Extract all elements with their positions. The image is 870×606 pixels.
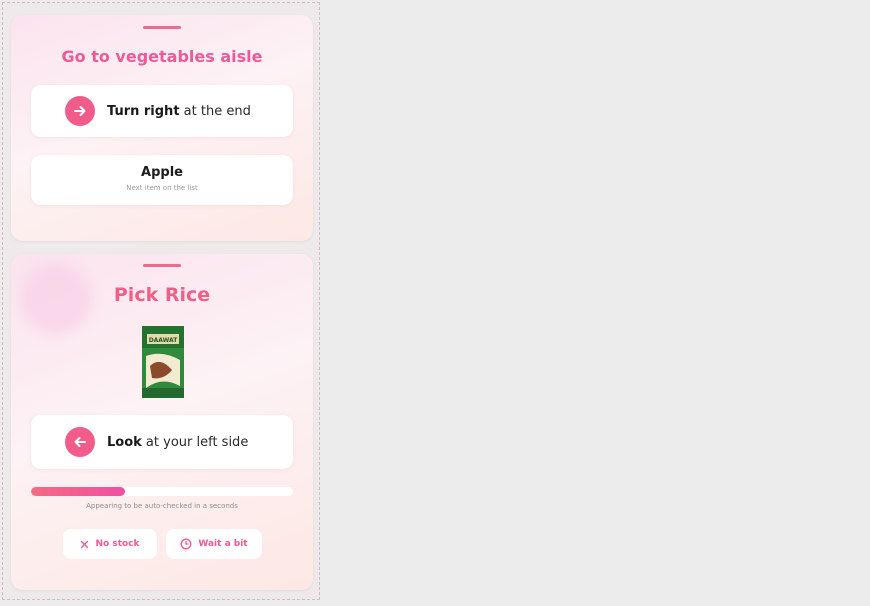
pick-item-title: Pick Rice — [113, 284, 211, 306]
next-item-card[interactable]: Apple Next item on the list — [31, 155, 293, 205]
arrow-right-icon — [65, 96, 95, 126]
navigation-title: Go to vegetables aisle — [61, 47, 263, 66]
navigation-card: Go to vegetables aisle Turn right at the… — [11, 15, 313, 241]
close-icon — [80, 540, 89, 549]
next-item-name: Apple — [141, 165, 183, 180]
drag-handle[interactable] — [143, 26, 181, 29]
clock-icon — [180, 538, 192, 550]
next-item-subtitle: Next item on the list — [126, 184, 198, 192]
no-stock-label: No stock — [95, 539, 140, 549]
wait-button[interactable]: Wait a bit — [166, 529, 262, 559]
rice-product-image: DAAWAT — [142, 326, 184, 398]
direction-bold: Look — [107, 434, 142, 450]
progress-fill — [31, 487, 126, 496]
wait-label: Wait a bit — [198, 539, 248, 549]
direction-rest: at your left side — [141, 434, 249, 450]
direction-instruction: Look at your left side — [31, 415, 293, 469]
no-stock-button[interactable]: No stock — [63, 529, 157, 559]
auto-check-progress — [31, 487, 293, 496]
shopping-guide-panel: Go to vegetables aisle Turn right at the… — [2, 2, 320, 600]
direction-rest: at the end — [179, 103, 251, 119]
direction-bold: Turn right — [107, 103, 180, 119]
pick-item-card: Pick Rice DAAWAT Look at your left side … — [11, 254, 313, 590]
product-brand: DAAWAT — [149, 337, 179, 344]
direction-instruction: Turn right at the end — [31, 85, 293, 137]
arrow-left-icon — [65, 427, 95, 457]
drag-handle[interactable] — [143, 264, 181, 267]
progress-caption: Appearing to be auto-checked in a second… — [86, 502, 238, 510]
direction-text: Look at your left side — [107, 435, 248, 450]
direction-text: Turn right at the end — [107, 104, 251, 119]
